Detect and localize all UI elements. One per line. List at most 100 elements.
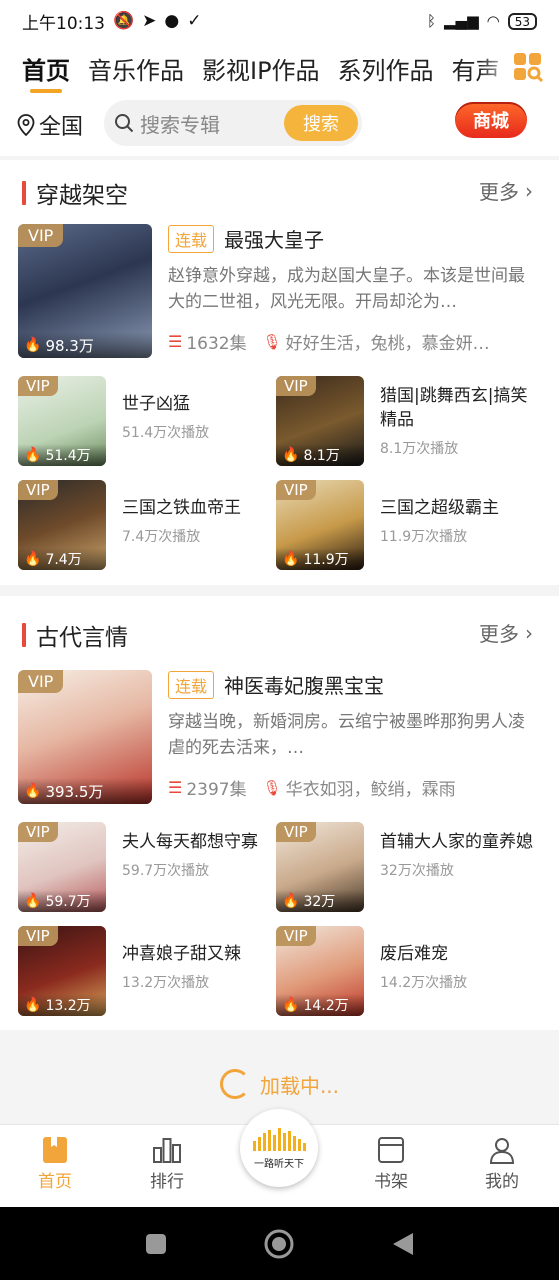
nav-ranking[interactable]: 排行 [132,1133,202,1192]
fire-icon: 🔥 [24,447,42,463]
bookshelf-icon [378,1137,404,1163]
nav-bookshelf[interactable]: 书架 [356,1133,426,1192]
mall-button[interactable]: 商城 [455,102,527,138]
album-title: 猎国|跳舞西玄|搞笑精品 [380,386,528,430]
album-item[interactable]: VIP 🔥 14.2万 废后难宠 14.2万次播放 [276,926,534,1018]
category-grid-icon[interactable] [513,52,543,82]
nav-label: 书架 [374,1172,408,1192]
chevron-right-icon: › [525,620,533,645]
fire-icon: 🔥 [24,997,42,1013]
album-info: 世子凶猛 51.4万次播放 [122,392,276,442]
tab-series[interactable]: 系列作品 [338,51,434,86]
album-item[interactable]: VIP 🔥 11.9万 三国之超级霸主 11.9万次播放 [276,480,534,572]
album-description: 穿越当晚，新婚洞房。云绾宁被墨晔那狗男人凌虐的死去活来，… [168,712,525,758]
album-title: 神医毒妃腹黑宝宝 [224,674,385,698]
section-accent-bar [22,623,26,647]
album-cover: VIP 🔥 32万 [276,822,364,912]
album-info: 冲喜娘子甜又辣 13.2万次播放 [122,942,276,992]
category-tabs: 首页 音乐作品 影视IP作品 系列作品 有声 [0,42,559,94]
fire-icon: 🔥 [24,783,42,799]
play-count-value: 98.3万 [45,336,94,355]
tab-music[interactable]: 音乐作品 [88,51,184,86]
featured-info: 连载 神医毒妃腹黑宝宝 穿越当晚，新婚洞房。云绾宁被墨晔那狗男人凌虐的死去活来，…… [168,670,540,800]
album-info: 三国之铁血帝王 7.4万次播放 [122,496,276,546]
nav-profile[interactable]: 我的 [467,1133,537,1192]
more-label: 更多 [479,180,519,204]
home-circle-icon[interactable] [263,1228,295,1260]
play-count-value: 393.5万 [45,782,104,801]
album-item[interactable]: VIP 🔥 7.4万 三国之铁血帝王 7.4万次播放 [18,480,276,572]
featured-album[interactable]: VIP 🔥 393.5万 连载 神医毒妃腹黑宝宝 穿越当晚，新婚洞房。云绾宁被墨晔那… [18,670,540,804]
play-count: 🔥 13.2万 [18,994,106,1016]
featured-album[interactable]: VIP 🔥 98.3万 连载 最强大皇子 赵铮意外穿越，成为赵国大皇子。本该是世间最… [18,224,540,358]
vip-badge: VIP [276,480,316,500]
album-cover: VIP 🔥 7.4万 [18,480,106,570]
vip-badge: VIP [276,822,316,842]
nav-home[interactable]: 首页 [20,1133,90,1192]
more-button[interactable]: 更多 › [479,618,533,647]
album-title: 首辅大人家的童养媳 [380,832,533,852]
list-icon: ☰ [168,332,183,351]
recent-apps-icon[interactable] [145,1233,167,1255]
album-item[interactable]: VIP 🔥 8.1万 猎国|跳舞西玄|搞笑精品 8.1万次播放 [276,376,534,468]
album-plays: 8.1万次播放 [380,441,459,457]
search-icon [115,114,134,133]
album-cover: VIP 🔥 14.2万 [276,926,364,1016]
play-count-value: 7.4万 [45,552,82,568]
center-logo-button[interactable]: 一路听天下 [240,1109,318,1187]
album-info: 废后难宠 14.2万次播放 [380,942,534,992]
album-item[interactable]: VIP 🔥 59.7万 夫人每天都想守寡 59.7万次播放 [18,822,276,914]
check-icon: ✓ [187,11,202,31]
album-cover: VIP 🔥 11.9万 [276,480,364,570]
bar-chart-icon [153,1138,181,1163]
episode-count: 1632集 [186,334,247,354]
narrators: 华衣如羽，鲛绡，霖雨 [285,780,456,800]
section-title: 古代言情 [36,625,128,651]
album-plays: 51.4万次播放 [122,425,210,441]
vip-badge: VIP [18,480,58,500]
album-meta: ☰ 1632集 🎙 好好生活，兔桃，慕金妍… [168,329,540,354]
play-count: 🔥 98.3万 [18,332,152,358]
album-plays: 7.4万次播放 [122,529,201,545]
album-plays: 13.2万次播放 [122,975,210,991]
album-meta: ☰ 2397集 🎙 华衣如羽，鲛绡，霖雨 [168,775,540,800]
album-title: 废后难宠 [380,944,448,964]
tab-home[interactable]: 首页 [22,51,70,93]
vip-badge: VIP [18,822,58,842]
vip-badge: VIP [18,670,64,693]
tab-film-ip[interactable]: 影视IP作品 [202,51,320,86]
nav-label: 我的 [485,1172,519,1192]
album-info: 三国之超级霸主 11.9万次播放 [380,496,534,546]
album-item[interactable]: VIP 🔥 51.4万 世子凶猛 51.4万次播放 [18,376,276,468]
album-title: 三国之铁血帝王 [122,498,241,518]
battery-indicator: 53 [507,12,537,30]
fire-icon: 🔥 [24,337,42,353]
signal-icon: ▂▄▆ [444,12,479,30]
location-label: 全国 [39,115,84,140]
location-selector[interactable]: 全国 [17,109,83,141]
section-accent-bar [22,181,26,205]
search-input[interactable]: 搜索专辑 搜索 [104,100,362,146]
play-count: 🔥 11.9万 [276,548,364,570]
play-count-value: 59.7万 [45,894,91,910]
search-button[interactable]: 搜索 [284,105,358,141]
album-item[interactable]: VIP 🔥 32万 首辅大人家的童养媳 32万次播放 [276,822,534,914]
spinner-icon [219,1069,250,1099]
more-button[interactable]: 更多 › [479,176,533,205]
bluetooth-icon: ᛒ [427,12,437,30]
vip-badge: VIP [276,926,316,946]
status-bar: 上午10:13 🔕 ➤ ● ✓ ᛒ ▂▄▆ ◠ 53 [0,0,559,42]
search-row: 全国 搜索专辑 搜索 商城 [0,94,559,156]
play-count-value: 14.2万 [303,998,349,1014]
album-plays: 32万次播放 [380,863,454,879]
album-description: 赵铮意外穿越，成为赵国大皇子。本该是世间最大的二世祖，风光无限。开局却沦为… [168,266,525,312]
back-triangle-icon[interactable] [391,1231,415,1257]
vip-badge: VIP [276,376,316,396]
nav-label: 排行 [150,1172,184,1192]
home-book-icon [43,1137,67,1163]
album-cover: VIP 🔥 98.3万 [18,224,152,358]
album-cover: VIP 🔥 13.2万 [18,926,106,1016]
album-plays: 11.9万次播放 [380,529,468,545]
album-item[interactable]: VIP 🔥 13.2万 冲喜娘子甜又辣 13.2万次播放 [18,926,276,1018]
album-title: 最强大皇子 [224,228,325,252]
